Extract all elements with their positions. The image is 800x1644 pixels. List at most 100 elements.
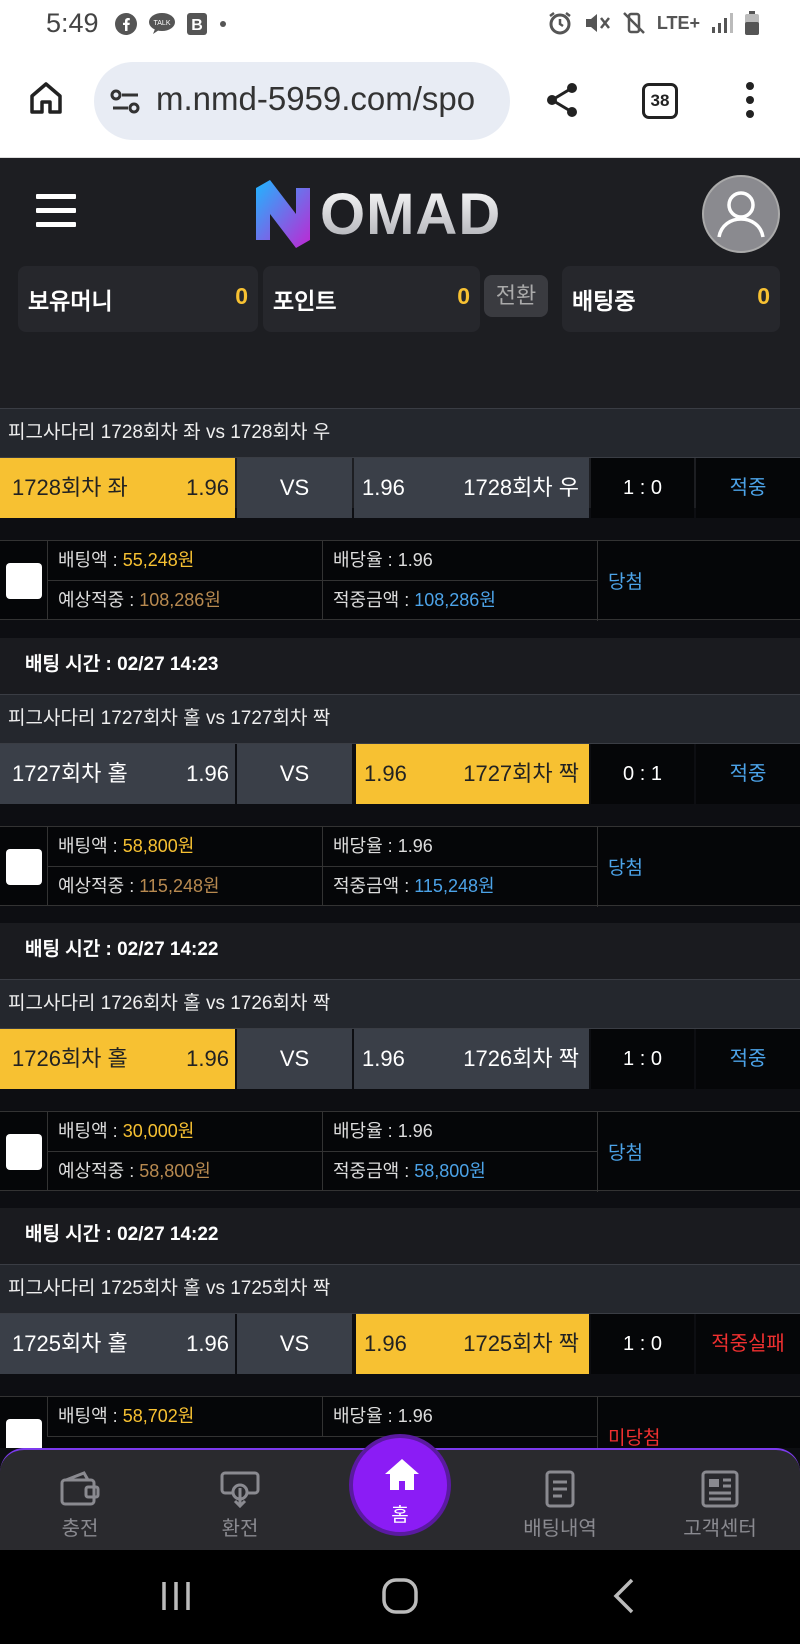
away-team: 1725회차 짝	[463, 1331, 579, 1356]
bet-odds: 배당율 : 1.96	[322, 541, 597, 580]
bet-select-checkbox[interactable]	[6, 1419, 42, 1448]
user-icon	[717, 191, 765, 238]
battery-icon	[745, 11, 759, 35]
away-pick[interactable]: 1.96 1726회차 짝	[354, 1029, 589, 1089]
away-pick[interactable]: 1.96 1727회차 짝	[356, 744, 589, 804]
nav-deposit[interactable]: 충전	[20, 1470, 140, 1541]
home-icon[interactable]	[26, 78, 66, 118]
home-team: 1726회차 홀	[12, 1046, 128, 1071]
back-icon[interactable]	[608, 1576, 644, 1616]
expected-win: 예상적중 : 115,248원	[47, 867, 322, 906]
home-odds: 1.96	[186, 761, 229, 786]
recent-apps-icon[interactable]	[158, 1578, 194, 1614]
user-avatar[interactable]	[702, 175, 780, 253]
bet-title: 피그사다리 1725회차 홀 vs 1725회차 짝	[0, 1264, 800, 1314]
convert-button[interactable]: 전환	[484, 275, 548, 317]
match-row: 1726회차 홀 1.96 VS 1.96 1726회차 짝 1 : 0 적중	[0, 1029, 800, 1089]
nav-bet-history[interactable]: 배팅내역	[500, 1470, 620, 1541]
away-pick[interactable]: 1.96 1725회차 짝	[356, 1314, 589, 1374]
balance-money: 보유머니 0	[18, 266, 258, 332]
nav-withdraw-label: 환전	[221, 1518, 259, 1540]
vibrate-mute-icon	[622, 12, 645, 34]
away-pick[interactable]: 1.96 1728회차 우	[354, 458, 589, 518]
home-odds: 1.96	[186, 1046, 229, 1071]
match-score: 0 : 1	[591, 744, 694, 804]
address-bar[interactable]: m.nmd-5959.com/spo	[94, 62, 510, 140]
bet-title: 피그사다리 1726회차 홀 vs 1726회차 짝	[0, 979, 800, 1029]
bet-select-checkbox[interactable]	[6, 1134, 42, 1170]
bet-odds: 배당율 : 1.96	[322, 1397, 597, 1436]
away-odds: 1.96	[362, 475, 405, 500]
nav-deposit-label: 충전	[61, 1518, 99, 1540]
nav-withdraw[interactable]: 환전	[180, 1470, 300, 1541]
facebook-icon	[115, 13, 137, 35]
match-score: 1 : 0	[591, 458, 694, 518]
more-menu-icon[interactable]	[744, 80, 756, 120]
share-icon[interactable]	[542, 80, 582, 120]
balance-money-label: 보유머니	[28, 288, 113, 314]
bet-amount: 배팅액 : 55,248원	[47, 541, 322, 580]
bet-status: 미당첨	[608, 1428, 661, 1448]
bet-detail-row: 배팅액 : 30,000원 배당율 : 1.96 예상적중 : 58,800원 …	[0, 1111, 800, 1192]
nomad-logo[interactable]: OMAD	[252, 178, 548, 248]
balance-money-value: 0	[235, 283, 248, 309]
bet-amount: 배팅액 : 58,800원	[47, 827, 322, 866]
home-odds: 1.96	[186, 475, 229, 500]
dot-icon	[220, 21, 226, 27]
away-odds: 1.96	[364, 1331, 407, 1356]
browser-toolbar: m.nmd-5959.com/spo 38	[0, 50, 800, 158]
bet-time: 배팅 시간 : 02/27 14:23	[0, 638, 800, 694]
win-amount: 적중금액 : 58,800원	[322, 1152, 597, 1191]
match-score: 1 : 0	[591, 1314, 694, 1374]
nav-support[interactable]: 고객센터	[660, 1470, 780, 1541]
balance-betting-value: 0	[757, 283, 770, 309]
bet-select-checkbox[interactable]	[6, 563, 42, 599]
url-text: m.nmd-5959.com/spo	[156, 80, 476, 117]
menu-icon[interactable]	[36, 194, 76, 228]
match-result: 적중	[696, 1029, 800, 1089]
away-team: 1728회차 우	[463, 475, 579, 500]
b-app-icon: B	[187, 13, 207, 35]
bet-odds: 배당율 : 1.96	[322, 827, 597, 866]
mute-icon	[585, 14, 610, 32]
signal-icon	[712, 13, 733, 33]
house-icon	[385, 1459, 419, 1490]
document-icon	[545, 1470, 575, 1508]
bet-amount: 배팅액 : 30,000원	[47, 1112, 322, 1151]
vs-label: VS	[237, 1029, 352, 1089]
bet-time: 배팅 시간 : 02/27 14:22	[0, 1208, 800, 1264]
home-pick[interactable]: 1725회차 홀 1.96	[0, 1314, 235, 1374]
nav-home-button[interactable]: 홈	[349, 1434, 451, 1536]
home-team: 1727회차 홀	[12, 761, 128, 786]
vs-label: VS	[237, 458, 352, 518]
balance-betting: 배팅중 0	[562, 266, 780, 332]
site-settings-icon[interactable]	[110, 88, 142, 116]
match-row: 1725회차 홀 1.96 VS 1.96 1725회차 짝 1 : 0 적중실…	[0, 1314, 800, 1374]
bet-status: 당첨	[608, 858, 643, 879]
nav-home-label: 홈	[391, 1505, 409, 1526]
home-pick[interactable]: 1726회차 홀 1.96	[0, 1029, 235, 1089]
home-nav-icon[interactable]	[380, 1576, 420, 1616]
match-result: 적중	[696, 744, 800, 804]
tab-switcher-button[interactable]: 38	[642, 83, 678, 119]
bet-time: 배팅 시간 : 02/27 14:22	[0, 923, 800, 979]
home-team: 1728회차 좌	[12, 475, 128, 500]
status-bar: 5:49 TALK B LTE+	[0, 0, 800, 50]
match-result: 적중실패	[696, 1314, 800, 1374]
wallet-icon	[60, 1471, 100, 1506]
withdraw-icon	[220, 1471, 260, 1508]
expected-win: 예상적중 : 108,286원	[47, 581, 322, 620]
home-team: 1725회차 홀	[12, 1331, 128, 1356]
home-odds: 1.96	[186, 1331, 229, 1356]
talk-icon: TALK	[149, 13, 175, 34]
svg-text:OMAD: OMAD	[320, 182, 501, 247]
home-pick[interactable]: 1727회차 홀 1.96	[0, 744, 235, 804]
balance-point-value: 0	[457, 283, 470, 309]
match-row: 1728회차 좌 1.96 VS 1.96 1728회차 우 1 : 0 적중	[0, 458, 800, 518]
balance-point: 포인트 0	[263, 266, 480, 332]
home-pick[interactable]: 1728회차 좌 1.96	[0, 458, 235, 518]
bet-select-checkbox[interactable]	[6, 849, 42, 885]
svg-text:B: B	[191, 17, 203, 34]
match-result: 적중	[696, 458, 800, 518]
status-time: 5:49	[46, 8, 99, 38]
